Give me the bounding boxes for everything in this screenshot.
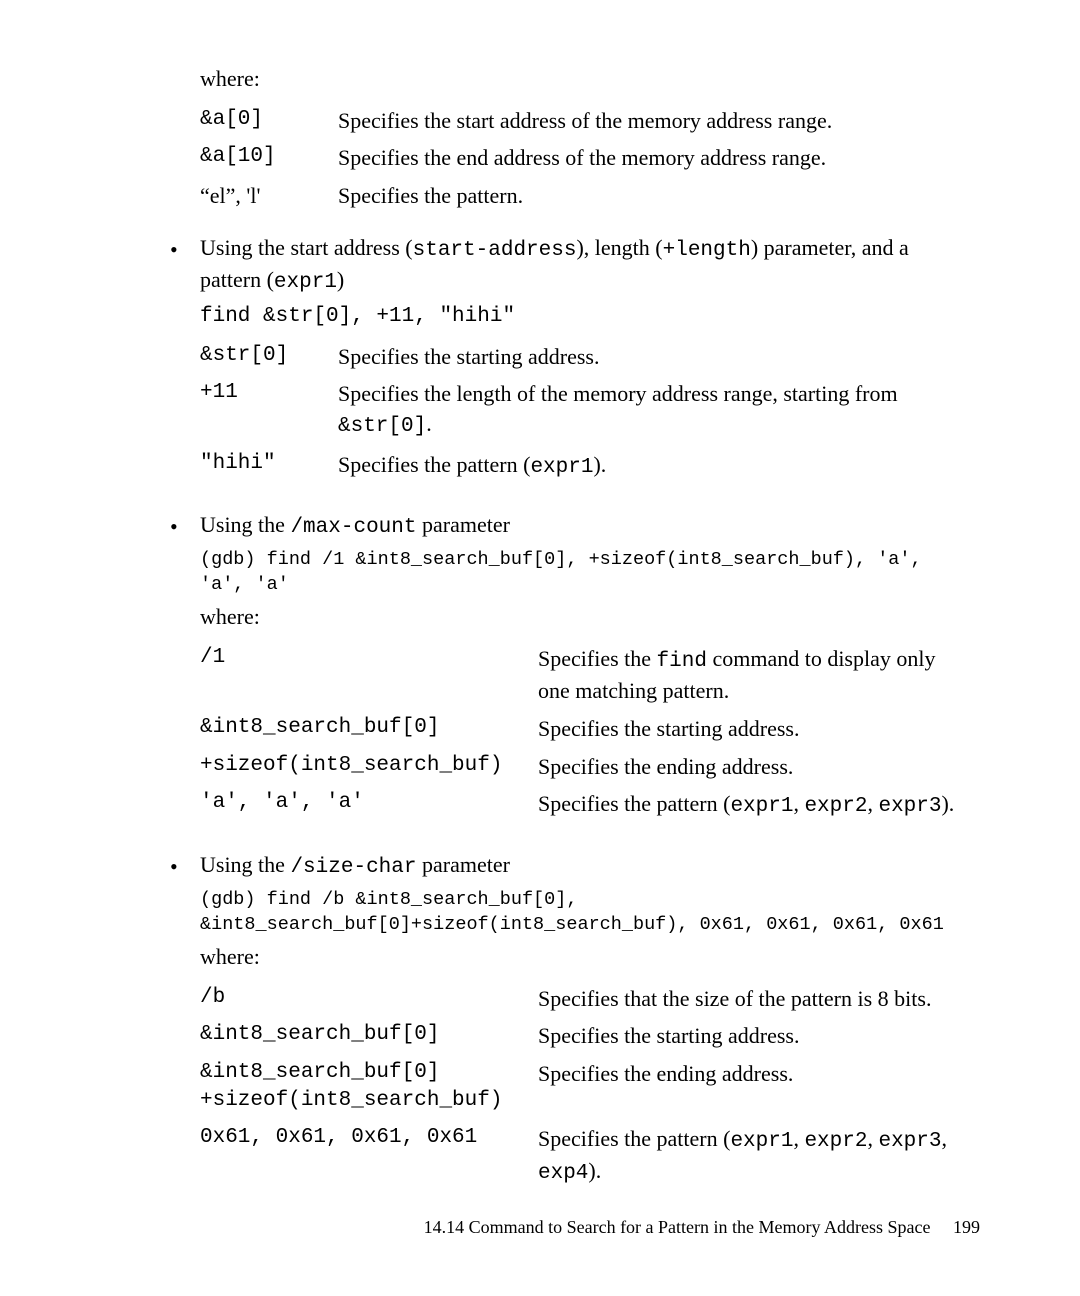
text: Using the xyxy=(200,512,290,537)
table-row: &a[10] Specifies the end address of the … xyxy=(200,139,970,177)
def-term: &int8_search_buf[0] xyxy=(200,1017,538,1055)
def-desc: Specifies the start address of the memor… xyxy=(338,102,970,140)
def-desc: Specifies the starting address. xyxy=(538,1017,970,1055)
text: Using the start address ( xyxy=(200,235,413,260)
bullet1-lead: Using the start address (start-address),… xyxy=(200,233,970,298)
inline-code: +length xyxy=(663,239,751,262)
inline-code: exp4 xyxy=(538,1162,588,1185)
def-desc: Specifies the starting address. xyxy=(538,710,970,748)
def-desc: Specifies the pattern. xyxy=(338,177,970,215)
def-desc: Specifies the length of the memory addre… xyxy=(338,375,970,445)
def-desc: Specifies the ending address. xyxy=(538,1055,970,1120)
code-line: find &str[0], +11, "hihi" xyxy=(200,303,970,331)
inline-code: /max-count xyxy=(290,516,416,539)
def-desc: Specifies the starting address. xyxy=(338,338,970,376)
text: &int8_search_buf[0] xyxy=(200,1061,439,1084)
text: ), length ( xyxy=(576,235,662,260)
def-term: /b xyxy=(200,980,538,1018)
def-term: 'a', 'a', 'a' xyxy=(200,785,538,825)
text: Specifies the pattern ( xyxy=(538,791,730,816)
text: ). xyxy=(941,791,954,816)
text: Specifies the pattern ( xyxy=(338,452,530,477)
bullet-icon: • xyxy=(170,510,200,542)
text: Specifies the pattern ( xyxy=(538,1126,730,1151)
text: Using the xyxy=(200,852,290,877)
table-row: &str[0] Specifies the starting address. xyxy=(200,338,970,376)
inline-code: expr2 xyxy=(804,1130,867,1153)
defs-table-2: /1 Specifies the find command to display… xyxy=(200,640,970,826)
inline-code: expr1 xyxy=(730,1130,793,1153)
where-label: where: xyxy=(200,602,970,632)
def-desc: Specifies the end address of the memory … xyxy=(338,139,970,177)
footer-section: 14.14 Command to Search for a Pattern in… xyxy=(424,1217,931,1237)
def-term: "hihi" xyxy=(200,446,338,486)
inline-code: expr3 xyxy=(878,1130,941,1153)
table-row: &int8_search_buf[0] Specifies the starti… xyxy=(200,710,970,748)
def-term: /1 xyxy=(200,640,538,710)
table-row: 'a', 'a', 'a' Specifies the pattern (exp… xyxy=(200,785,970,825)
def-term: &str[0] xyxy=(200,338,338,376)
text: , xyxy=(941,1126,947,1151)
inline-code: expr3 xyxy=(878,795,941,818)
def-desc: Specifies that the size of the pattern i… xyxy=(538,980,970,1018)
def-term: 0x61, 0x61, 0x61, 0x61 xyxy=(200,1120,538,1193)
inline-code: &str[0] xyxy=(338,415,426,438)
bullet3-lead: Using the /size-char parameter xyxy=(200,850,970,882)
defs-table-intro: &a[0] Specifies the start address of the… xyxy=(200,102,970,215)
def-desc: Specifies the pattern (expr1, expr2, exp… xyxy=(538,785,970,825)
table-row: "hihi" Specifies the pattern (expr1). xyxy=(200,446,970,486)
where-label-intro: where: xyxy=(200,64,970,94)
table-row: /b Specifies that the size of the patter… xyxy=(200,980,970,1018)
text: parameter xyxy=(416,512,509,537)
inline-code: expr1 xyxy=(274,271,337,294)
bullet2-lead: Using the /max-count parameter xyxy=(200,510,970,542)
def-desc: Specifies the find command to display on… xyxy=(538,640,970,710)
table-row: 0x61, 0x61, 0x61, 0x61 Specifies the pat… xyxy=(200,1120,970,1193)
text: +sizeof(int8_search_buf) xyxy=(200,1089,502,1112)
table-row: &a[0] Specifies the start address of the… xyxy=(200,102,970,140)
inline-code: expr2 xyxy=(804,795,867,818)
page-footer: 14.14 Command to Search for a Pattern in… xyxy=(424,1217,980,1238)
def-term: +sizeof(int8_search_buf) xyxy=(200,748,538,786)
table-row: “el”, 'l' Specifies the pattern. xyxy=(200,177,970,215)
text: , xyxy=(793,1126,804,1151)
def-term: &int8_search_buf[0] xyxy=(200,710,538,748)
bullet-icon: • xyxy=(170,233,200,265)
def-desc: Specifies the pattern (expr1). xyxy=(338,446,970,486)
def-term: &int8_search_buf[0] +sizeof(int8_search_… xyxy=(200,1055,538,1120)
table-row: +11 Specifies the length of the memory a… xyxy=(200,375,970,445)
table-row: +sizeof(int8_search_buf) Specifies the e… xyxy=(200,748,970,786)
text: , xyxy=(867,791,878,816)
inline-code: /size-char xyxy=(290,856,416,879)
inline-code: find xyxy=(657,650,707,673)
def-desc: Specifies the ending address. xyxy=(538,748,970,786)
text: , xyxy=(867,1126,878,1151)
defs-table-3: /b Specifies that the size of the patter… xyxy=(200,980,970,1193)
def-desc: Specifies the pattern (expr1, expr2, exp… xyxy=(538,1120,970,1193)
inline-code: expr1 xyxy=(530,456,593,479)
text: , xyxy=(793,791,804,816)
def-term: “el”, 'l' xyxy=(200,177,338,215)
text: parameter xyxy=(416,852,509,877)
defs-table-1: &str[0] Specifies the starting address. … xyxy=(200,338,970,486)
def-term: &a[0] xyxy=(200,102,338,140)
table-row: /1 Specifies the find command to display… xyxy=(200,640,970,710)
table-row: &int8_search_buf[0] +sizeof(int8_search_… xyxy=(200,1055,970,1120)
text: ) xyxy=(337,267,344,292)
inline-code: start-address xyxy=(413,239,577,262)
inline-code: expr1 xyxy=(730,795,793,818)
text: ). xyxy=(588,1158,601,1183)
def-term: &a[10] xyxy=(200,139,338,177)
text: Specifies the length of the memory addre… xyxy=(338,381,898,406)
text: Specifies the xyxy=(538,646,657,671)
def-term: +11 xyxy=(200,375,338,445)
text: ). xyxy=(593,452,606,477)
table-row: &int8_search_buf[0] Specifies the starti… xyxy=(200,1017,970,1055)
footer-page-number: 199 xyxy=(953,1217,980,1237)
where-label: where: xyxy=(200,942,970,972)
code-line: (gdb) find /b &int8_search_buf[0], &int8… xyxy=(200,888,970,938)
bullet-icon: • xyxy=(170,850,200,882)
code-line: (gdb) find /1 &int8_search_buf[0], +size… xyxy=(200,548,970,598)
text: . xyxy=(426,411,432,436)
